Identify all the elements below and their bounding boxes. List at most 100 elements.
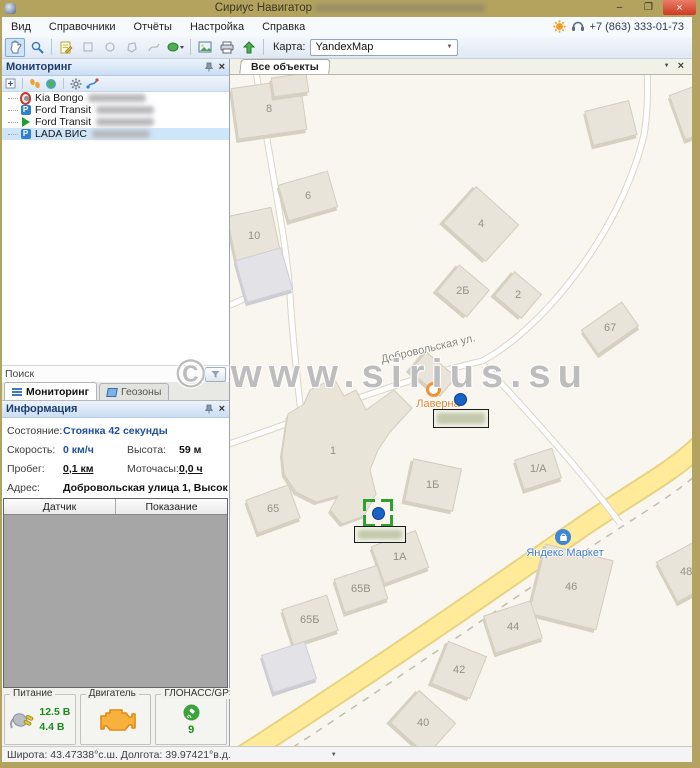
title-bar: Сириус Навигатор – ❐ × bbox=[0, 0, 700, 17]
window-title: Сириус Навигатор bbox=[215, 2, 312, 14]
monitoring-toolbar bbox=[2, 76, 229, 92]
tab-geozones[interactable]: Геозоны bbox=[99, 383, 169, 400]
search-filter-button[interactable] bbox=[205, 367, 226, 382]
map-tab-all-objects[interactable]: Все объекты bbox=[239, 59, 330, 74]
building-number: 46 bbox=[565, 581, 577, 593]
building-number: 67 bbox=[604, 322, 616, 334]
vehicle-name: Ford Transit bbox=[35, 116, 91, 128]
maximize-button[interactable]: ❐ bbox=[634, 0, 663, 15]
headset-support-icon[interactable] bbox=[571, 20, 585, 33]
building-number: 65 bbox=[267, 503, 279, 515]
plate-redacted bbox=[88, 94, 146, 102]
map-viewport[interactable]: 861042Б2671Б1/А651А65В65Б46444842401 Доб… bbox=[230, 75, 692, 746]
tab-monitoring[interactable]: Мониторинг bbox=[4, 382, 97, 400]
show-on-map-globe-icon[interactable] bbox=[45, 78, 57, 90]
building-number: 44 bbox=[507, 621, 519, 633]
sensors-table: Датчик Показание bbox=[3, 498, 228, 688]
tree-connector bbox=[8, 134, 18, 135]
plate-redacted bbox=[96, 118, 154, 126]
settings-gear-icon[interactable] bbox=[70, 78, 82, 90]
power-groupbox: Питание 12.5 В 4.4 В bbox=[4, 694, 76, 745]
mileage-value[interactable]: 0,1 км bbox=[63, 463, 115, 475]
building-number: 8 bbox=[266, 103, 272, 115]
coordinates-readout: Широта: 43.47338°с.ш. Долгота: 39.97421°… bbox=[7, 749, 231, 761]
minimize-button[interactable]: – bbox=[605, 0, 634, 15]
menu-settings[interactable]: Настройка bbox=[181, 17, 253, 36]
add-point-tool[interactable] bbox=[78, 38, 98, 57]
power-plug-icon bbox=[9, 708, 35, 732]
engine-title: Двигатель bbox=[86, 688, 139, 699]
map-provider-select[interactable]: YandexMap ▼ bbox=[310, 39, 458, 56]
export-button[interactable] bbox=[239, 38, 259, 57]
monitoring-panel-header: Мониторинг × bbox=[2, 59, 229, 76]
close-button[interactable]: × bbox=[663, 0, 696, 15]
add-polygon-tool[interactable] bbox=[122, 38, 142, 57]
menu-view[interactable]: Вид bbox=[2, 17, 40, 36]
altitude-value: 59 м bbox=[179, 444, 201, 456]
panel-close-icon[interactable]: × bbox=[219, 61, 225, 73]
poi-laverna-icon[interactable] bbox=[426, 382, 441, 397]
map-panel: Все объекты ▼ × bbox=[230, 59, 692, 746]
building-number: 65Б bbox=[300, 614, 319, 626]
tree-connector bbox=[8, 110, 18, 111]
print-button[interactable] bbox=[217, 38, 237, 57]
pin-icon[interactable] bbox=[205, 404, 213, 414]
panel-close-icon[interactable]: × bbox=[219, 403, 225, 415]
sensors-table-body bbox=[4, 515, 227, 687]
add-polyline-tool[interactable] bbox=[144, 38, 164, 57]
pin-icon[interactable] bbox=[205, 62, 213, 72]
plate-redacted bbox=[92, 130, 150, 138]
vehicle-tree-item[interactable]: PFord Transit bbox=[2, 104, 229, 116]
selected-vehicle-plate-label[interactable] bbox=[354, 526, 406, 543]
vehicle-tree-item[interactable]: P LADA ВИС bbox=[2, 128, 229, 140]
mileage-label: Пробег: bbox=[7, 463, 63, 475]
power-voltage-backup: 4.4 В bbox=[39, 721, 70, 733]
hours-label: Моточасы: bbox=[127, 463, 179, 475]
track-route-icon[interactable] bbox=[86, 78, 99, 89]
value-column-header[interactable]: Показание bbox=[116, 499, 227, 514]
menu-directories[interactable]: Справочники bbox=[40, 17, 125, 36]
zoom-button[interactable] bbox=[27, 38, 47, 57]
hours-value[interactable]: 0,0 ч bbox=[179, 463, 203, 475]
altitude-label: Высота: bbox=[127, 444, 179, 456]
add-circle-tool[interactable] bbox=[100, 38, 120, 57]
parked-status-icon: P bbox=[20, 129, 31, 140]
filter-funnel-icon bbox=[211, 370, 220, 379]
map-provider-label: Карта: bbox=[273, 41, 306, 53]
building-number: 1 bbox=[330, 445, 336, 457]
map-tab-close-icon[interactable]: × bbox=[678, 60, 684, 72]
follow-footprints-icon[interactable] bbox=[29, 78, 41, 89]
plate-redacted bbox=[96, 106, 154, 114]
alert-sun-icon[interactable] bbox=[553, 20, 566, 33]
expand-all-icon[interactable] bbox=[5, 78, 16, 89]
menu-reports[interactable]: Отчёты bbox=[125, 17, 181, 36]
statusbar-dropdown-icon[interactable]: ▼ bbox=[331, 752, 337, 758]
selected-vehicle-marker[interactable] bbox=[363, 499, 393, 527]
vehicle-tree-item[interactable]: Ford Transit bbox=[2, 116, 229, 128]
pan-hand-button[interactable] bbox=[5, 38, 25, 57]
building-number: 6 bbox=[305, 190, 311, 202]
address-label: Адрес: bbox=[7, 482, 63, 494]
list-icon bbox=[12, 387, 22, 396]
menu-help[interactable]: Справка bbox=[253, 17, 314, 36]
power-title: Питание bbox=[10, 688, 55, 699]
vehicle-info: Состояние: Стоянка 42 секунды Скорость: … bbox=[2, 418, 229, 498]
screenshot-button[interactable] bbox=[195, 38, 215, 57]
tree-connector bbox=[8, 122, 18, 123]
vehicle-marker-dot[interactable] bbox=[454, 393, 467, 406]
vehicle-tree: Kia BongoPFord TransitFord Transit P LADA … bbox=[2, 92, 229, 365]
geozone-color-dropdown[interactable] bbox=[166, 38, 186, 57]
map-tab-dropdown-icon[interactable]: ▼ bbox=[664, 63, 670, 69]
support-phone: +7 (863) 333-01-73 bbox=[590, 21, 684, 33]
building-number: 40 bbox=[417, 717, 429, 729]
poi-yandex-market-icon[interactable] bbox=[555, 529, 571, 545]
moving-status-icon bbox=[20, 117, 31, 128]
poi-yandex-market-label[interactable]: Яндекс Маркет bbox=[515, 547, 615, 559]
edit-geozone-button[interactable] bbox=[56, 38, 76, 57]
vehicle-plate-label[interactable] bbox=[433, 409, 489, 428]
power-voltage-main: 12.5 В bbox=[39, 706, 70, 718]
sensor-column-header[interactable]: Датчик bbox=[4, 499, 116, 514]
vehicle-name: LADA ВИС bbox=[35, 128, 87, 140]
building-number: 1А bbox=[393, 551, 406, 563]
vehicle-tree-item[interactable]: Kia Bongo bbox=[2, 92, 229, 104]
